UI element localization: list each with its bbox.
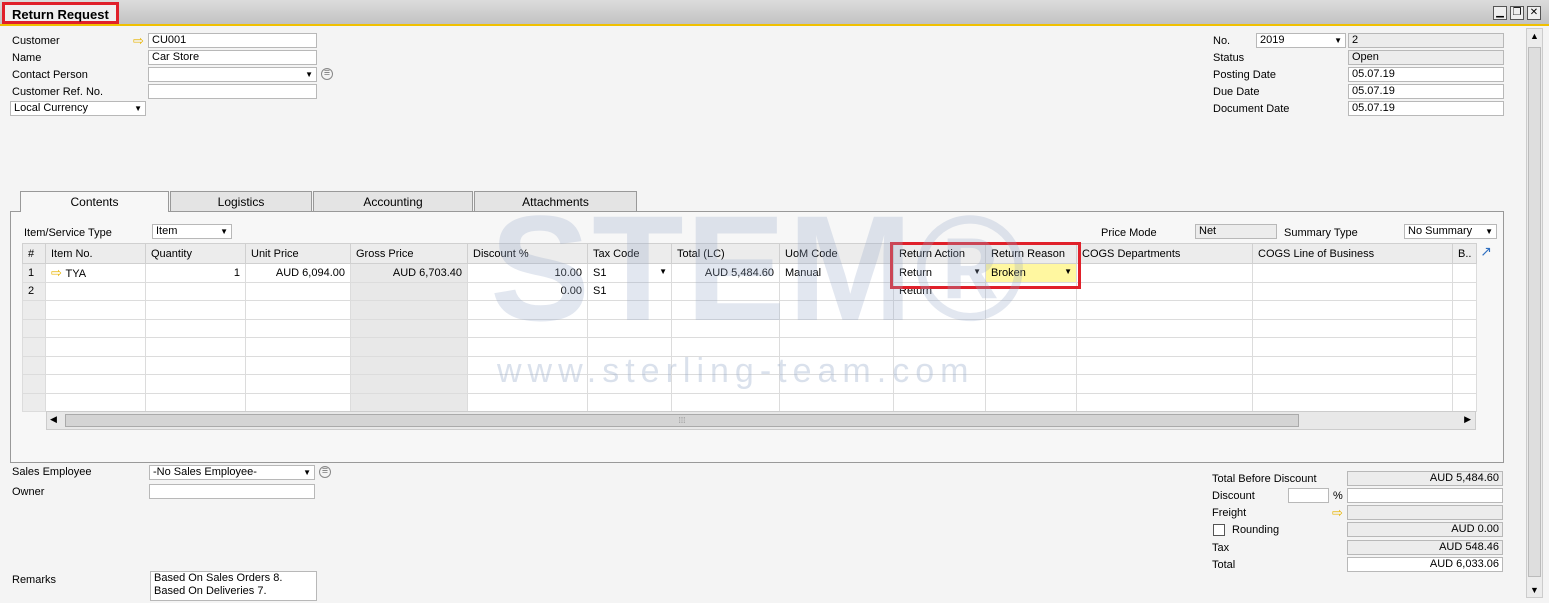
total-field: AUD 6,033.06 <box>1347 557 1503 572</box>
cogs-lob-cell[interactable] <box>1252 263 1453 283</box>
customer-field[interactable]: CU001 <box>148 33 317 48</box>
tax-field: AUD 548.46 <box>1347 540 1503 555</box>
col-header-unit-price[interactable]: Unit Price <box>245 243 351 264</box>
close-icon[interactable]: ✕ <box>1527 6 1541 20</box>
total-before-discount-field: AUD 5,484.60 <box>1347 471 1503 486</box>
summary-type-select[interactable]: No Summary <box>1404 224 1497 239</box>
item-type-select[interactable]: Item <box>152 224 232 239</box>
freight-label: Freight <box>1212 507 1247 519</box>
row-number: 2 <box>22 281 46 301</box>
currency-select[interactable]: Local Currency <box>10 101 146 116</box>
col-header-quantity[interactable]: Quantity <box>145 243 246 264</box>
summary-type-label: Summary Type <box>1284 227 1358 239</box>
customer-label: Customer <box>12 35 60 47</box>
rounding-checkbox[interactable] <box>1213 524 1225 536</box>
doc-number-field: 2 <box>1348 33 1504 48</box>
rounding-label: Rounding <box>1232 524 1280 536</box>
name-label: Name <box>12 52 42 64</box>
item-no-value: TYA <box>65 267 87 280</box>
watermark-logo: STEM® <box>490 184 1028 352</box>
cogs-departments-cell[interactable] <box>1076 281 1253 301</box>
tab-accounting[interactable]: Accounting <box>313 191 473 211</box>
total-label: Total <box>1212 559 1236 571</box>
form-vertical-scrollbar[interactable]: ▲ ▼ <box>1526 28 1543 598</box>
col-header-gross-price[interactable]: Gross Price <box>350 243 468 264</box>
col-header-item-no[interactable]: Item No. <box>45 243 146 264</box>
cogs-departments-cell[interactable] <box>1076 263 1253 283</box>
quantity-cell[interactable] <box>145 281 246 301</box>
gross-price-cell: AUD 6,703.40 <box>350 263 468 283</box>
quantity-cell[interactable]: 1 <box>145 263 246 283</box>
due-date-field[interactable]: 05.07.19 <box>1348 84 1504 99</box>
b-cell[interactable] <box>1451 263 1478 283</box>
tab-logistics[interactable]: Logistics <box>170 191 312 211</box>
sales-employee-label: Sales Employee <box>12 466 92 478</box>
grid-horizontal-scrollbar[interactable]: ◀ ⁞⁞⁞ ▶ <box>46 411 1476 430</box>
unit-price-cell[interactable] <box>245 281 351 301</box>
no-label: No. <box>1213 35 1231 47</box>
col-header-cogs-departments[interactable]: COGS Departments <box>1076 243 1253 264</box>
item-type-label: Item/Service Type <box>24 227 112 239</box>
row-number: 1 <box>22 263 46 283</box>
rounding-field: AUD 0.00 <box>1347 522 1503 537</box>
link-arrow-icon[interactable]: ⇨ <box>1332 506 1343 519</box>
name-field[interactable]: Car Store <box>148 50 317 65</box>
table-row[interactable] <box>22 392 1478 412</box>
link-arrow-icon[interactable]: ⇨ <box>133 34 144 47</box>
owner-label: Owner <box>12 486 45 498</box>
details-icon[interactable]: ☰ <box>319 466 331 478</box>
tax-label: Tax <box>1212 542 1230 554</box>
document-date-field[interactable]: 05.07.19 <box>1348 101 1504 116</box>
item-no-cell[interactable] <box>45 281 146 301</box>
contact-person-select[interactable] <box>148 67 317 82</box>
link-arrow-icon[interactable]: ⇨ <box>51 265 66 280</box>
posting-date-label: Posting Date <box>1213 69 1276 81</box>
remarks-field[interactable]: Based On Sales Orders 8. Based On Delive… <box>150 571 317 601</box>
cogs-lob-cell[interactable] <box>1252 281 1453 301</box>
details-icon[interactable]: ☰ <box>321 68 333 80</box>
document-date-label: Document Date <box>1213 103 1290 115</box>
price-mode-label: Price Mode <box>1101 227 1157 239</box>
status-label: Status <box>1213 52 1245 64</box>
scroll-left-icon[interactable]: ◀ <box>50 414 57 425</box>
discount-percent-field[interactable] <box>1288 488 1329 503</box>
remarks-label: Remarks <box>12 574 57 586</box>
percent-sign: % <box>1333 490 1343 502</box>
posting-date-field[interactable]: 05.07.19 <box>1348 67 1504 82</box>
discount-label: Discount <box>1212 490 1255 502</box>
unit-price-cell[interactable]: AUD 6,094.00 <box>245 263 351 283</box>
sales-employee-select[interactable]: -No Sales Employee- <box>149 465 315 480</box>
series-select[interactable]: 2019 <box>1256 33 1346 48</box>
scroll-down-icon[interactable]: ▼ <box>1530 585 1539 595</box>
item-no-cell[interactable]: ⇨ TYA <box>45 263 146 283</box>
gross-price-cell <box>350 281 468 301</box>
customer-ref-field[interactable] <box>148 84 317 99</box>
col-header-num[interactable]: # <box>22 243 46 264</box>
status-field: Open <box>1348 50 1504 65</box>
price-mode-field: Net <box>1195 224 1277 239</box>
minimize-icon[interactable]: ▁ <box>1493 6 1507 20</box>
expand-icon[interactable]: ↗ <box>1478 243 1494 259</box>
restore-icon[interactable]: ❐ <box>1510 6 1524 20</box>
scroll-thumb[interactable]: ⁞⁞⁞ <box>65 414 1299 427</box>
due-date-label: Due Date <box>1213 86 1260 98</box>
scroll-right-icon[interactable]: ▶ <box>1464 414 1471 425</box>
scroll-up-icon[interactable]: ▲ <box>1530 31 1539 41</box>
watermark-url: www.sterling-team.com <box>497 352 975 390</box>
title-bar <box>0 0 1549 26</box>
customer-ref-label: Customer Ref. No. <box>12 86 104 98</box>
freight-field <box>1347 505 1503 520</box>
contact-person-label: Contact Person <box>12 69 88 81</box>
col-header-b[interactable]: B.. <box>1451 243 1478 264</box>
scroll-thumb[interactable] <box>1528 47 1541 577</box>
discount-amount-field[interactable] <box>1347 488 1503 503</box>
tab-contents[interactable]: Contents <box>20 191 169 212</box>
b-cell[interactable] <box>1451 281 1478 301</box>
col-header-cogs-lob[interactable]: COGS Line of Business <box>1252 243 1453 264</box>
window-title: Return Request <box>2 2 119 24</box>
owner-field[interactable] <box>149 484 315 499</box>
total-before-discount-label: Total Before Discount <box>1212 473 1317 485</box>
